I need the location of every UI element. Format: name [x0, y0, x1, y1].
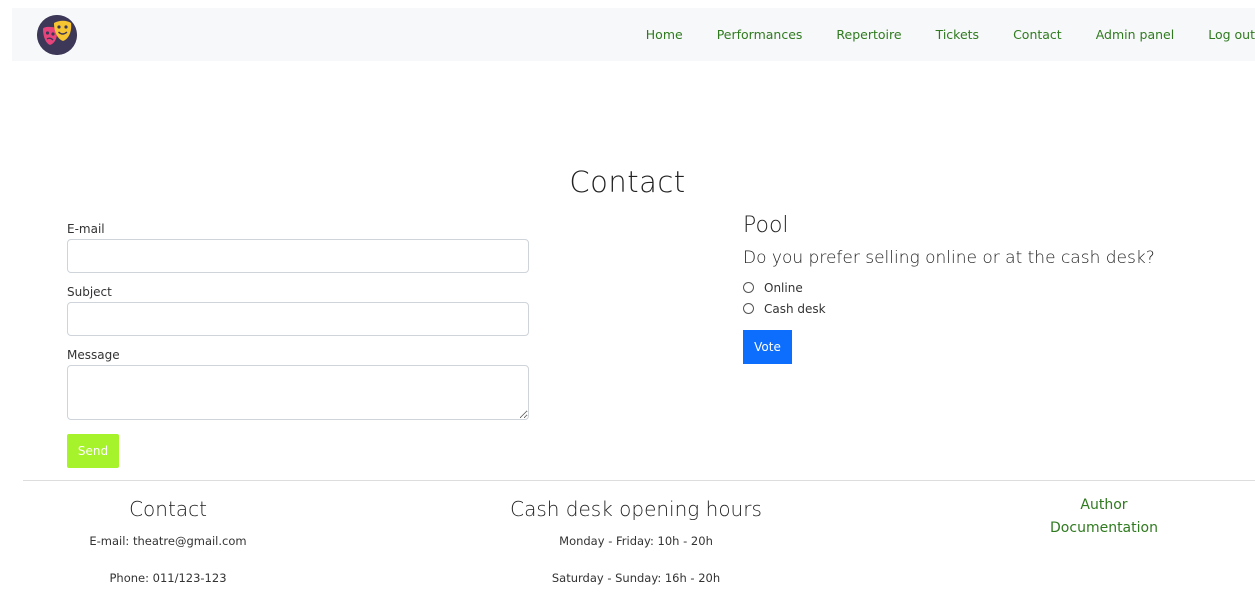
message-field[interactable] — [67, 365, 529, 420]
footer-hours: Cash desk opening hours Monday - Friday:… — [486, 497, 786, 608]
footer-links: Author Documentation — [1004, 497, 1204, 543]
poll-question: Do you prefer selling online or at the c… — [743, 248, 1155, 268]
send-button[interactable]: Send — [67, 434, 119, 468]
nav-performances[interactable]: Performances — [700, 27, 820, 42]
email-label: E-mail — [67, 222, 105, 236]
poll-option-online[interactable]: Online — [743, 277, 1223, 298]
footer-phone: Phone: 011/123-123 — [109, 571, 227, 585]
theatre-masks-icon[interactable] — [37, 15, 77, 55]
footer-contact: Contact E-mail: theatre@gmail.com Phone:… — [68, 497, 268, 608]
email-field[interactable] — [67, 239, 529, 273]
footer-link-documentation[interactable]: Documentation — [1004, 520, 1204, 536]
footer-weekend: Saturday - Sunday: 16h - 20h — [551, 571, 721, 585]
poll: Pool Do you prefer selling online or at … — [743, 213, 1223, 364]
subject-field[interactable] — [67, 302, 529, 336]
poll-option-cash-desk[interactable]: Cash desk — [743, 298, 1223, 319]
message-label: Message — [67, 348, 120, 362]
subject-label: Subject — [67, 285, 112, 299]
footer-divider — [23, 480, 1255, 481]
radio-cash-desk[interactable] — [743, 303, 754, 314]
footer-contact-heading: Contact — [129, 497, 207, 521]
contact-form: E-mail Subject Message Send — [67, 222, 529, 468]
nav-links: Home Performances Repertoire Tickets Con… — [629, 8, 1255, 61]
poll-option-label: Online — [764, 280, 803, 295]
footer-hours-heading: Cash desk opening hours — [510, 497, 762, 521]
nav-tickets[interactable]: Tickets — [919, 27, 997, 42]
navbar: Home Performances Repertoire Tickets Con… — [12, 8, 1255, 61]
nav-repertoire[interactable]: Repertoire — [819, 27, 918, 42]
vote-button[interactable]: Vote — [743, 330, 792, 364]
nav-admin-panel[interactable]: Admin panel — [1079, 27, 1192, 42]
footer-link-author[interactable]: Author — [1004, 497, 1204, 513]
nav-home[interactable]: Home — [629, 27, 700, 42]
poll-title: Pool — [743, 213, 789, 238]
poll-option-label: Cash desk — [764, 301, 826, 316]
footer-email: E-mail: theatre@gmail.com — [89, 534, 247, 548]
nav-log-out[interactable]: Log out — [1191, 27, 1255, 42]
nav-contact[interactable]: Contact — [996, 27, 1079, 42]
radio-online[interactable] — [743, 282, 754, 293]
page-title: Contact — [569, 165, 686, 199]
footer-weekdays: Monday - Friday: 10h - 20h — [559, 534, 713, 548]
